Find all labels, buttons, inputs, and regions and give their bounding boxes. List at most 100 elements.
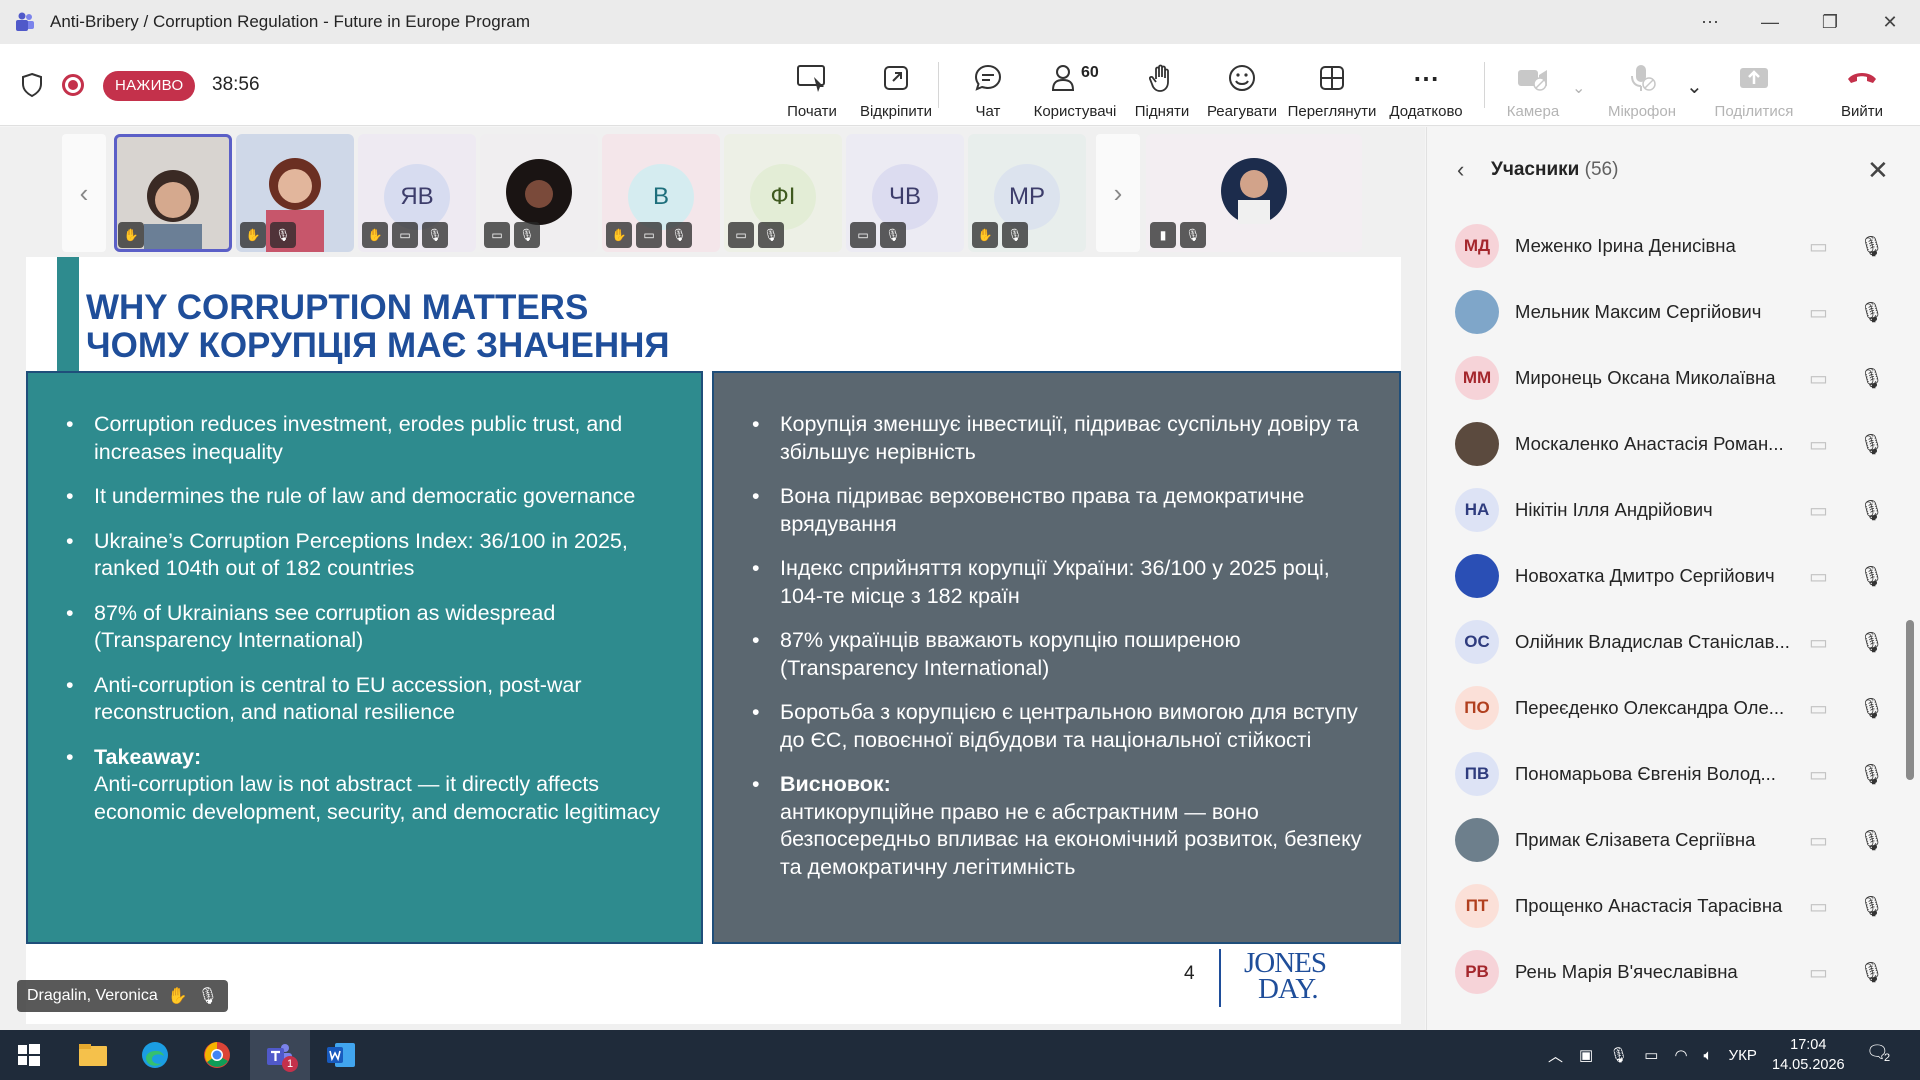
participant-row[interactable]: Новохатка Дмитро Сергійович ▭ 🎙︎ bbox=[1427, 543, 1907, 609]
mic-icon: 🎙︎ bbox=[1859, 763, 1885, 786]
bullet: Індекс сприйняття корупції України: 36/1… bbox=[748, 555, 1363, 610]
mic-off-icon bbox=[1627, 61, 1657, 95]
window-title: Anti-Bribery / Corruption Regulation - F… bbox=[50, 12, 530, 31]
participant-row[interactable]: ММ Миронець Оксана Миколаївна ▭ 🎙︎ bbox=[1427, 345, 1907, 411]
camera-off-icon: ▭ bbox=[1809, 763, 1828, 786]
participant-name: Меженко Ірина Денисівна bbox=[1515, 235, 1736, 256]
meeting-tray-icon[interactable]: ▣ bbox=[1579, 1046, 1593, 1064]
start-label: Почати bbox=[787, 103, 837, 120]
participant-tile[interactable]: ЧВ ▭ 🎙︎ bbox=[846, 134, 964, 252]
keyboard-language[interactable]: УКР bbox=[1729, 1047, 1757, 1064]
tray-chevron-icon[interactable]: ︿ bbox=[1548, 1045, 1563, 1066]
participant-name: Миронець Оксана Миколаївна bbox=[1515, 367, 1776, 388]
participant-name: Прощенко Анастасія Тарасівна bbox=[1515, 895, 1783, 916]
users-label: Користувачі bbox=[1033, 103, 1117, 120]
more-options-icon[interactable]: ⋯ bbox=[1680, 0, 1740, 44]
participant-row[interactable]: ОС Олійник Владислав Станіслав... ▭ 🎙︎ bbox=[1427, 609, 1907, 675]
logo-line-2: DAY. bbox=[1258, 973, 1319, 1005]
users-button[interactable]: Користувачі bbox=[1033, 54, 1117, 130]
toolbar-divider bbox=[1484, 62, 1485, 108]
raise-hand-button[interactable]: Підняти bbox=[1134, 54, 1190, 120]
leave-button[interactable]: Вийти bbox=[1832, 54, 1892, 120]
slide-footer-divider bbox=[1219, 949, 1221, 1007]
edge-icon[interactable] bbox=[138, 1038, 172, 1072]
camera-off-icon: ▭ bbox=[1809, 433, 1828, 456]
teams-taskbar-icon[interactable]: 1 bbox=[262, 1038, 298, 1072]
minimize-button[interactable]: — bbox=[1740, 0, 1800, 44]
participant-tile[interactable]: ФІ ▭ 🎙︎ bbox=[724, 134, 842, 252]
participant-tile[interactable]: ▮ 🎙︎ bbox=[1146, 134, 1362, 252]
react-button[interactable]: Реагувати bbox=[1206, 54, 1278, 120]
participants-scrollbar[interactable] bbox=[1906, 620, 1914, 780]
participant-row[interactable]: МД Меженко Ірина Денисівна ▭ 🎙︎ bbox=[1427, 213, 1907, 279]
clock[interactable]: 17:04 14.05.2026 bbox=[1772, 1035, 1845, 1075]
participant-initials: В bbox=[628, 164, 694, 230]
ellipsis-icon: ⋯ bbox=[1413, 62, 1439, 93]
back-chevron-icon[interactable]: ‹ bbox=[1457, 157, 1464, 183]
close-panel-icon[interactable]: ✕ bbox=[1867, 155, 1889, 186]
close-window-button[interactable]: ✕ bbox=[1860, 0, 1920, 44]
thumbnails-prev-button[interactable]: ‹ bbox=[62, 134, 106, 252]
participant-initials: МР bbox=[994, 164, 1060, 230]
maximize-button[interactable]: ❐ bbox=[1800, 0, 1860, 44]
mic-options-chevron-icon[interactable]: ⌄ bbox=[1686, 74, 1703, 99]
word-icon[interactable] bbox=[324, 1038, 358, 1072]
participant-avatar: НА bbox=[1455, 488, 1499, 532]
participant-tile[interactable]: ▭ 🎙︎ bbox=[480, 134, 598, 252]
participant-tile[interactable]: ✋ bbox=[114, 134, 232, 252]
battery-icon[interactable]: ▭ bbox=[1644, 1046, 1658, 1064]
mic-muted-icon: 🎙︎ bbox=[1180, 222, 1206, 248]
shield-icon[interactable] bbox=[20, 72, 44, 98]
file-explorer-icon[interactable] bbox=[76, 1038, 110, 1072]
participant-row[interactable]: РВ Рень Марія В'ячеславівна ▭ 🎙︎ bbox=[1427, 939, 1907, 1005]
participant-tile[interactable]: ✋ 🎙︎ bbox=[236, 134, 354, 252]
camera-off-icon: ▭ bbox=[728, 222, 754, 248]
chat-button[interactable]: Чат bbox=[960, 54, 1016, 120]
participant-tile[interactable]: ЯВ ✋ ▭ 🎙︎ bbox=[358, 134, 476, 252]
bullet: 87% of Ukrainians see corruption as wide… bbox=[62, 600, 665, 655]
mic-tray-icon[interactable]: 🎙︎ bbox=[1609, 1046, 1628, 1064]
share-button[interactable]: Поділитися bbox=[1710, 54, 1798, 120]
start-button[interactable]: Почати bbox=[776, 54, 848, 120]
participant-tile[interactable]: В ✋ ▭ 🎙︎ bbox=[602, 134, 720, 252]
participant-row[interactable]: ПО Переєденко Олександра Оле... ▭ 🎙︎ bbox=[1427, 675, 1907, 741]
mic-label: Мікрофон bbox=[1607, 103, 1677, 120]
bullet: 87% українців вважають корупцію поширено… bbox=[748, 627, 1363, 682]
volume-icon[interactable]: 🔈︎ bbox=[1704, 1047, 1713, 1064]
unpin-button[interactable]: Відкріпити bbox=[856, 54, 936, 120]
camera-off-icon: ▭ bbox=[484, 222, 510, 248]
raised-hand-icon: ✋ bbox=[606, 222, 632, 248]
chrome-icon[interactable] bbox=[200, 1038, 234, 1072]
mic-muted-icon: 🎙︎ bbox=[758, 222, 784, 248]
participant-row[interactable]: ПВ Пономарьова Євгенія Волод... ▭ 🎙︎ bbox=[1427, 741, 1907, 807]
participant-name: Олійник Владислав Станіслав... bbox=[1515, 631, 1790, 652]
camera-off-icon: ▭ bbox=[1809, 499, 1828, 522]
takeaway-label: Takeaway: bbox=[94, 744, 202, 769]
participants-header: ‹ Учасники (56) ✕ bbox=[1427, 127, 1920, 213]
participants-title: Учасники (56) bbox=[1491, 159, 1618, 181]
takeaway-text: антикорупційне право не є абстрактним — … bbox=[780, 799, 1362, 879]
takeaway-label: Висновок: bbox=[780, 772, 891, 796]
takeaway-text: Anti-corruption law is not abstract — it… bbox=[94, 772, 661, 824]
mic-muted-icon: 🎙︎ bbox=[197, 988, 218, 1005]
participant-row[interactable]: НА Нікітін Ілля Андрійович ▭ 🎙︎ bbox=[1427, 477, 1907, 543]
camera-button[interactable]: Камера bbox=[1505, 54, 1561, 120]
participant-row[interactable]: Москаленко Анастасія Роман... ▭ 🎙︎ bbox=[1427, 411, 1907, 477]
system-tray: ︿ ▣ 🎙︎ ▭ ◠ 🔈︎ УКР bbox=[1548, 1030, 1757, 1080]
participant-row[interactable]: Мельник Максим Сергійович ▭ 🎙︎ bbox=[1427, 279, 1907, 345]
mic-button[interactable]: Мікрофон bbox=[1600, 54, 1684, 120]
thumbnails-next-button[interactable]: › bbox=[1096, 134, 1140, 252]
wifi-icon[interactable]: ◠ bbox=[1674, 1046, 1687, 1064]
present-icon bbox=[796, 61, 828, 95]
participant-row[interactable]: ПТ Прощенко Анастасія Тарасівна ▭ 🎙︎ bbox=[1427, 873, 1907, 939]
participant-row[interactable]: Примак Єлізавета Сергіївна ▭ 🎙︎ bbox=[1427, 807, 1907, 873]
bullet: Corruption reduces investment, erodes pu… bbox=[62, 411, 665, 466]
camera-options-chevron-icon[interactable]: ⌄ bbox=[1572, 78, 1585, 98]
view-button[interactable]: Переглянути bbox=[1288, 54, 1376, 120]
windows-start-icon[interactable] bbox=[12, 1038, 46, 1072]
participant-tile[interactable]: МР ✋ 🎙︎ bbox=[968, 134, 1086, 252]
participant-avatar bbox=[1455, 818, 1499, 862]
more-button[interactable]: ⋯ Додатково bbox=[1388, 54, 1464, 121]
bullet: Корупція зменшує інвестиції, підриває су… bbox=[748, 411, 1363, 466]
mic-muted-icon: 🎙︎ bbox=[666, 222, 692, 248]
